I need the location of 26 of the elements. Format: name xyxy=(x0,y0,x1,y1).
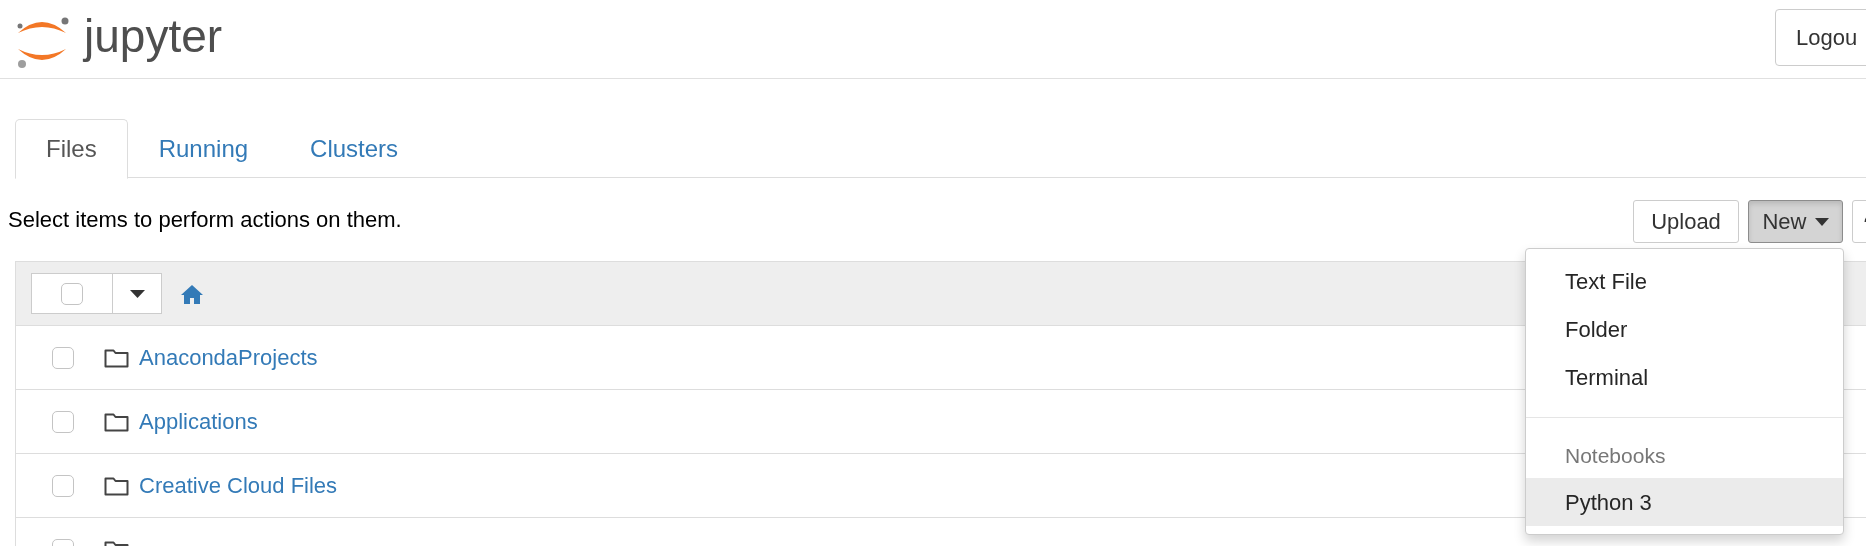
folder-link[interactable]: Applications xyxy=(139,405,258,438)
caret-icon xyxy=(129,289,145,298)
new-button[interactable]: New xyxy=(1748,200,1843,243)
menu-item[interactable]: Text File xyxy=(1526,257,1843,305)
menu-section-header: Notebooks xyxy=(1564,443,1667,470)
checkbox[interactable] xyxy=(52,346,74,369)
tab[interactable]: Files xyxy=(15,119,128,179)
home-icon[interactable] xyxy=(180,283,204,304)
folder-icon xyxy=(104,411,129,432)
folder-icon xyxy=(104,347,129,368)
checkbox[interactable] xyxy=(52,410,74,433)
hint-text: Select items to perform actions on them. xyxy=(8,206,402,234)
menu-item[interactable]: Folder xyxy=(1526,305,1843,353)
upload-button[interactable]: Upload xyxy=(1633,200,1739,243)
caret-icon xyxy=(1814,217,1829,226)
tab[interactable]: Clusters xyxy=(279,119,430,179)
checkbox[interactable] xyxy=(52,474,74,497)
logout-button[interactable]: Logou xyxy=(1775,9,1866,66)
checkbox[interactable] xyxy=(61,282,83,305)
tab[interactable]: Running xyxy=(127,119,280,179)
menu-item[interactable]: Terminal xyxy=(1526,353,1843,401)
folder-link[interactable]: Creative Cloud Files xyxy=(139,469,338,502)
folder-link[interactable]: AnacondaProjects xyxy=(139,341,318,374)
folder-icon xyxy=(104,475,129,496)
select-all-control[interactable] xyxy=(31,273,162,314)
menu-item[interactable]: Python 3 xyxy=(1526,478,1843,526)
